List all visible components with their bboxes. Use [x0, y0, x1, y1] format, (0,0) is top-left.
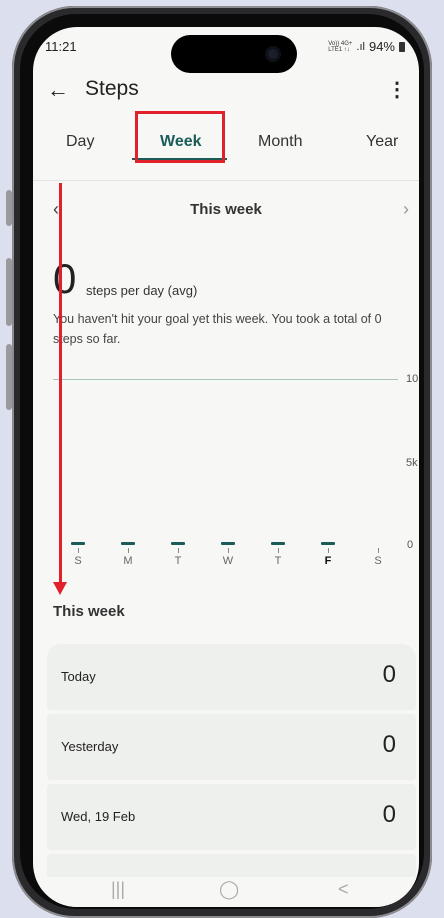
list-item[interactable]: Today 0	[47, 644, 416, 710]
x-tick-label: S	[374, 555, 382, 567]
side-button	[6, 190, 12, 226]
y-tick-5k: 5k	[406, 457, 418, 469]
list-item-value: 0	[382, 661, 396, 688]
list-item-label: Wed, 19 Feb	[61, 809, 136, 824]
app-bar: ← Steps ⋮	[33, 75, 419, 115]
chart-bar-stem	[178, 548, 179, 553]
side-button	[6, 258, 12, 326]
tab-year[interactable]: Year	[366, 133, 398, 151]
divider	[33, 180, 419, 181]
chart-bar-stem	[328, 548, 329, 553]
chart-bar-stem	[228, 548, 229, 553]
screen: 11:21 Vo)) 4G+ LTE1 ↑↓ .ıl 94% ← Steps ⋮…	[33, 27, 419, 907]
x-tick-label: T	[274, 555, 282, 567]
list-item-value: 0	[382, 801, 396, 828]
y-tick-10k: 10k	[406, 373, 419, 385]
chart-bar[interactable]	[121, 542, 135, 545]
period-label: This week	[190, 201, 262, 218]
chart-bar[interactable]	[221, 542, 235, 545]
list-item[interactable]: Yesterday 0	[47, 714, 416, 780]
status-icons: Vo)) 4G+ LTE1 ↑↓ .ıl 94%	[328, 39, 405, 54]
home-icon[interactable]: ◯	[219, 879, 239, 900]
steps-average-value: 0	[53, 255, 77, 302]
summary-description: You haven't hit your goal yet this week.…	[53, 312, 382, 346]
chart-bar[interactable]	[171, 542, 185, 545]
signal-icon: .ıl	[356, 40, 365, 53]
list-item-label: Yesterday	[61, 739, 119, 754]
y-tick-0: 0	[407, 539, 414, 551]
annotation-arrow-head	[53, 582, 67, 595]
list-item-label: Today	[61, 669, 96, 684]
steps-average-label: steps per day (avg)	[86, 283, 198, 298]
battery-icon	[399, 41, 405, 52]
chart-bar[interactable]	[271, 542, 285, 545]
tab-day[interactable]: Day	[66, 133, 94, 151]
battery-percent: 94%	[368, 39, 395, 54]
x-tick-label: S	[74, 555, 82, 567]
period-selector: ‹ This week ›	[33, 199, 419, 223]
x-tick-label: W	[222, 555, 234, 567]
side-button	[6, 344, 12, 410]
camera-island	[171, 35, 297, 73]
x-tick-label: M	[123, 555, 133, 567]
x-tick-label: F	[324, 555, 332, 567]
tab-month[interactable]: Month	[258, 133, 302, 151]
chart-bar[interactable]	[321, 542, 335, 545]
chart-bar-stem	[378, 548, 379, 553]
goal-line	[53, 379, 398, 380]
list-item-value: 0	[382, 731, 396, 758]
x-tick-label: T	[174, 555, 182, 567]
chart-bar-stem	[278, 548, 279, 553]
chart-bar-stem	[128, 548, 129, 553]
camera-icon	[265, 46, 281, 62]
list-section-title: This week	[53, 603, 125, 620]
recents-icon[interactable]: |||	[111, 879, 125, 900]
system-back-icon[interactable]: <	[338, 879, 349, 900]
annotation-arrow-line	[59, 183, 62, 583]
back-arrow-icon[interactable]: ←	[47, 77, 69, 103]
chart-bar-stem	[78, 548, 79, 553]
system-nav-bar: ||| ◯ <	[33, 877, 419, 907]
tab-highlight-box	[135, 111, 225, 163]
chart-bar[interactable]	[71, 542, 85, 545]
chevron-right-icon[interactable]: ›	[403, 199, 409, 220]
more-vert-icon[interactable]: ⋮	[387, 77, 407, 102]
page-title: Steps	[85, 77, 139, 100]
period-tabs: Day Week Month Year	[33, 123, 419, 163]
network-indicator: Vo)) 4G+ LTE1 ↑↓	[328, 40, 353, 53]
status-time: 11:21	[45, 39, 77, 54]
list-item[interactable]: Wed, 19 Feb 0	[47, 784, 416, 850]
